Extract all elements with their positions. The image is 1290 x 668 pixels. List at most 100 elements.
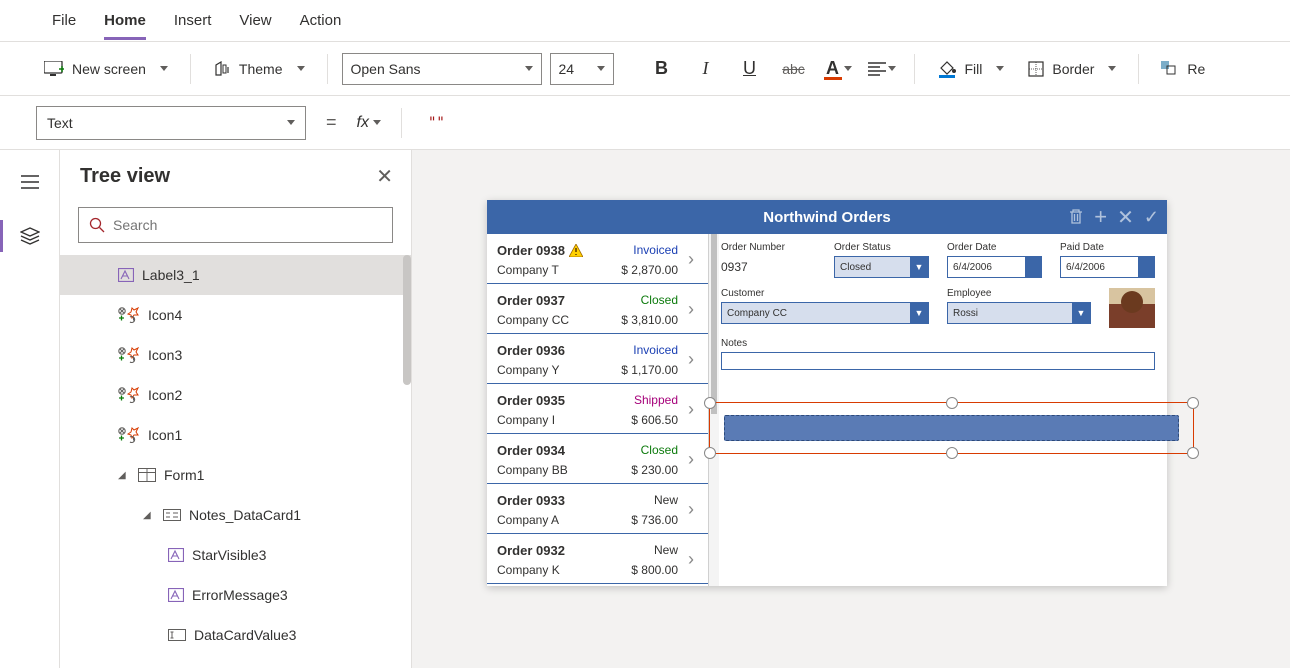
selected-label-control[interactable] bbox=[724, 415, 1179, 441]
tree-node-label3-1[interactable]: Label3_1 bbox=[60, 255, 411, 295]
italic-button[interactable]: I bbox=[688, 51, 724, 87]
tree-node-form1[interactable]: ◢ Form1 bbox=[60, 455, 411, 495]
hamburger-icon bbox=[21, 175, 39, 189]
tree-node-icon3[interactable]: Icon3 bbox=[60, 335, 411, 375]
order-list-item[interactable]: Order 0932 NewCompany K$ 800.00› bbox=[487, 534, 708, 584]
reorder-button[interactable]: Re bbox=[1153, 57, 1213, 81]
resize-handle[interactable] bbox=[704, 447, 716, 459]
tree-node-icon2[interactable]: Icon2 bbox=[60, 375, 411, 415]
tree-scrollbar-thumb[interactable] bbox=[403, 255, 411, 385]
align-button[interactable] bbox=[864, 51, 900, 87]
formula-bar: Text = fx bbox=[0, 96, 1290, 150]
order-amount: $ 230.00 bbox=[631, 463, 678, 477]
border-button[interactable]: Border bbox=[1020, 57, 1124, 81]
menu-insert[interactable]: Insert bbox=[160, 0, 226, 42]
notes-input[interactable] bbox=[721, 352, 1155, 370]
search-icon bbox=[89, 217, 105, 233]
resize-handle[interactable] bbox=[704, 397, 716, 409]
menu-view[interactable]: View bbox=[225, 0, 285, 42]
menu-file[interactable]: File bbox=[38, 0, 90, 42]
order-status-label: Order Status bbox=[834, 242, 929, 253]
resize-handle[interactable] bbox=[946, 447, 958, 459]
tree-view-rail-button[interactable] bbox=[12, 218, 48, 254]
menu-home[interactable]: Home bbox=[90, 0, 160, 42]
order-status: Invoiced bbox=[621, 243, 678, 257]
trash-icon[interactable] bbox=[1068, 209, 1084, 225]
app-preview: Northwind Orders + ✕ ✓ Order 0938 Invoic… bbox=[487, 200, 1167, 586]
check-icon[interactable]: ✓ bbox=[1144, 207, 1159, 228]
calendar-icon bbox=[1025, 257, 1041, 277]
chevron-down-icon bbox=[888, 66, 896, 71]
chevron-down-icon bbox=[597, 66, 605, 71]
order-amount: $ 1,170.00 bbox=[621, 363, 678, 377]
font-family-select[interactable]: Open Sans bbox=[342, 53, 542, 85]
fill-button[interactable]: Fill bbox=[929, 56, 1013, 82]
tree-node-icon4[interactable]: Icon4 bbox=[60, 295, 411, 335]
property-selector[interactable]: Text bbox=[36, 106, 306, 140]
tree-close-button[interactable]: ✕ bbox=[376, 164, 393, 189]
tree-node-label: DataCardValue3 bbox=[194, 627, 296, 643]
paid-date-input[interactable]: 6/4/2006 bbox=[1060, 256, 1155, 278]
customer-select[interactable]: Company CC ▼ bbox=[721, 302, 929, 324]
ribbon-separator bbox=[1138, 54, 1139, 84]
employee-value: Rossi bbox=[953, 308, 978, 319]
equals-sign: = bbox=[326, 112, 337, 133]
order-list-item[interactable]: Order 0934 ClosedCompany BB$ 230.00› bbox=[487, 434, 708, 484]
resize-handle[interactable] bbox=[946, 397, 958, 409]
tree-node-starvisible[interactable]: StarVisible3 bbox=[60, 535, 411, 575]
label-icon bbox=[168, 588, 184, 602]
order-list-item[interactable]: Order 0933 NewCompany A$ 736.00› bbox=[487, 484, 708, 534]
font-size-select[interactable]: 24 bbox=[550, 53, 614, 85]
order-list[interactable]: Order 0938 InvoicedCompany T$ 2,870.00›O… bbox=[487, 234, 709, 586]
app-header: Northwind Orders + ✕ ✓ bbox=[487, 200, 1167, 234]
order-list-item[interactable]: Order 0936 InvoicedCompany Y$ 1,170.00› bbox=[487, 334, 708, 384]
order-status: Closed bbox=[631, 443, 678, 457]
underline-button[interactable]: U bbox=[732, 51, 768, 87]
order-list-item[interactable]: Order 0938 InvoicedCompany T$ 2,870.00› bbox=[487, 234, 708, 284]
new-screen-label: New screen bbox=[72, 61, 146, 77]
order-amount: $ 736.00 bbox=[631, 513, 678, 527]
resize-handle[interactable] bbox=[1187, 397, 1199, 409]
employee-select[interactable]: Rossi ▼ bbox=[947, 302, 1091, 324]
new-screen-button[interactable]: New screen bbox=[36, 57, 176, 81]
theme-label: Theme bbox=[239, 61, 283, 77]
tree-search[interactable] bbox=[78, 207, 393, 243]
italic-icon: I bbox=[703, 58, 709, 79]
theme-button[interactable]: Theme bbox=[205, 57, 313, 81]
order-list-item[interactable]: Order 0935 ShippedCompany I$ 606.50› bbox=[487, 384, 708, 434]
tree-node-datacardvalue[interactable]: DataCardValue3 bbox=[60, 615, 411, 655]
fx-button[interactable]: fx bbox=[357, 114, 381, 132]
expand-arrow-icon[interactable]: ◢ bbox=[118, 470, 130, 481]
tree-node-label: Label3_1 bbox=[142, 267, 200, 283]
order-status: Invoiced bbox=[621, 343, 678, 357]
paid-date-value: 6/4/2006 bbox=[1066, 262, 1105, 273]
order-id: Order 0934 bbox=[497, 443, 627, 458]
expand-arrow-icon[interactable]: ◢ bbox=[143, 510, 155, 521]
order-company: Company Y bbox=[497, 363, 617, 377]
strikethrough-button[interactable]: abc bbox=[776, 51, 812, 87]
tree-search-input[interactable] bbox=[113, 217, 382, 233]
chevron-down-icon: ▼ bbox=[910, 303, 928, 323]
order-list-item[interactable]: Order 0937 ClosedCompany CC$ 3,810.00› bbox=[487, 284, 708, 334]
tree-node-notes-datacard[interactable]: ◢ Notes_DataCard1 bbox=[60, 495, 411, 535]
menu-action[interactable]: Action bbox=[286, 0, 356, 42]
form-icon bbox=[138, 468, 156, 482]
new-screen-icon bbox=[44, 61, 64, 77]
order-date-input[interactable]: 6/4/2006 bbox=[947, 256, 1042, 278]
tree-node-errormessage[interactable]: ErrorMessage3 bbox=[60, 575, 411, 615]
hamburger-button[interactable] bbox=[12, 164, 48, 200]
resize-handle[interactable] bbox=[1187, 447, 1199, 459]
cancel-icon[interactable]: ✕ bbox=[1117, 205, 1134, 230]
border-icon bbox=[1028, 61, 1044, 77]
font-color-button[interactable]: A bbox=[820, 51, 856, 87]
label-icon bbox=[168, 548, 184, 562]
tree-node-icon1[interactable]: Icon1 bbox=[60, 415, 411, 455]
add-icon[interactable]: + bbox=[1094, 204, 1107, 230]
selection-box[interactable] bbox=[709, 402, 1194, 454]
formula-input[interactable] bbox=[422, 106, 1254, 140]
bold-button[interactable]: B bbox=[644, 51, 680, 87]
tree-node-label: Icon3 bbox=[148, 347, 182, 363]
order-status-select[interactable]: Closed ▼ bbox=[834, 256, 929, 278]
reorder-label: Re bbox=[1187, 61, 1205, 77]
employee-avatar bbox=[1109, 288, 1155, 328]
